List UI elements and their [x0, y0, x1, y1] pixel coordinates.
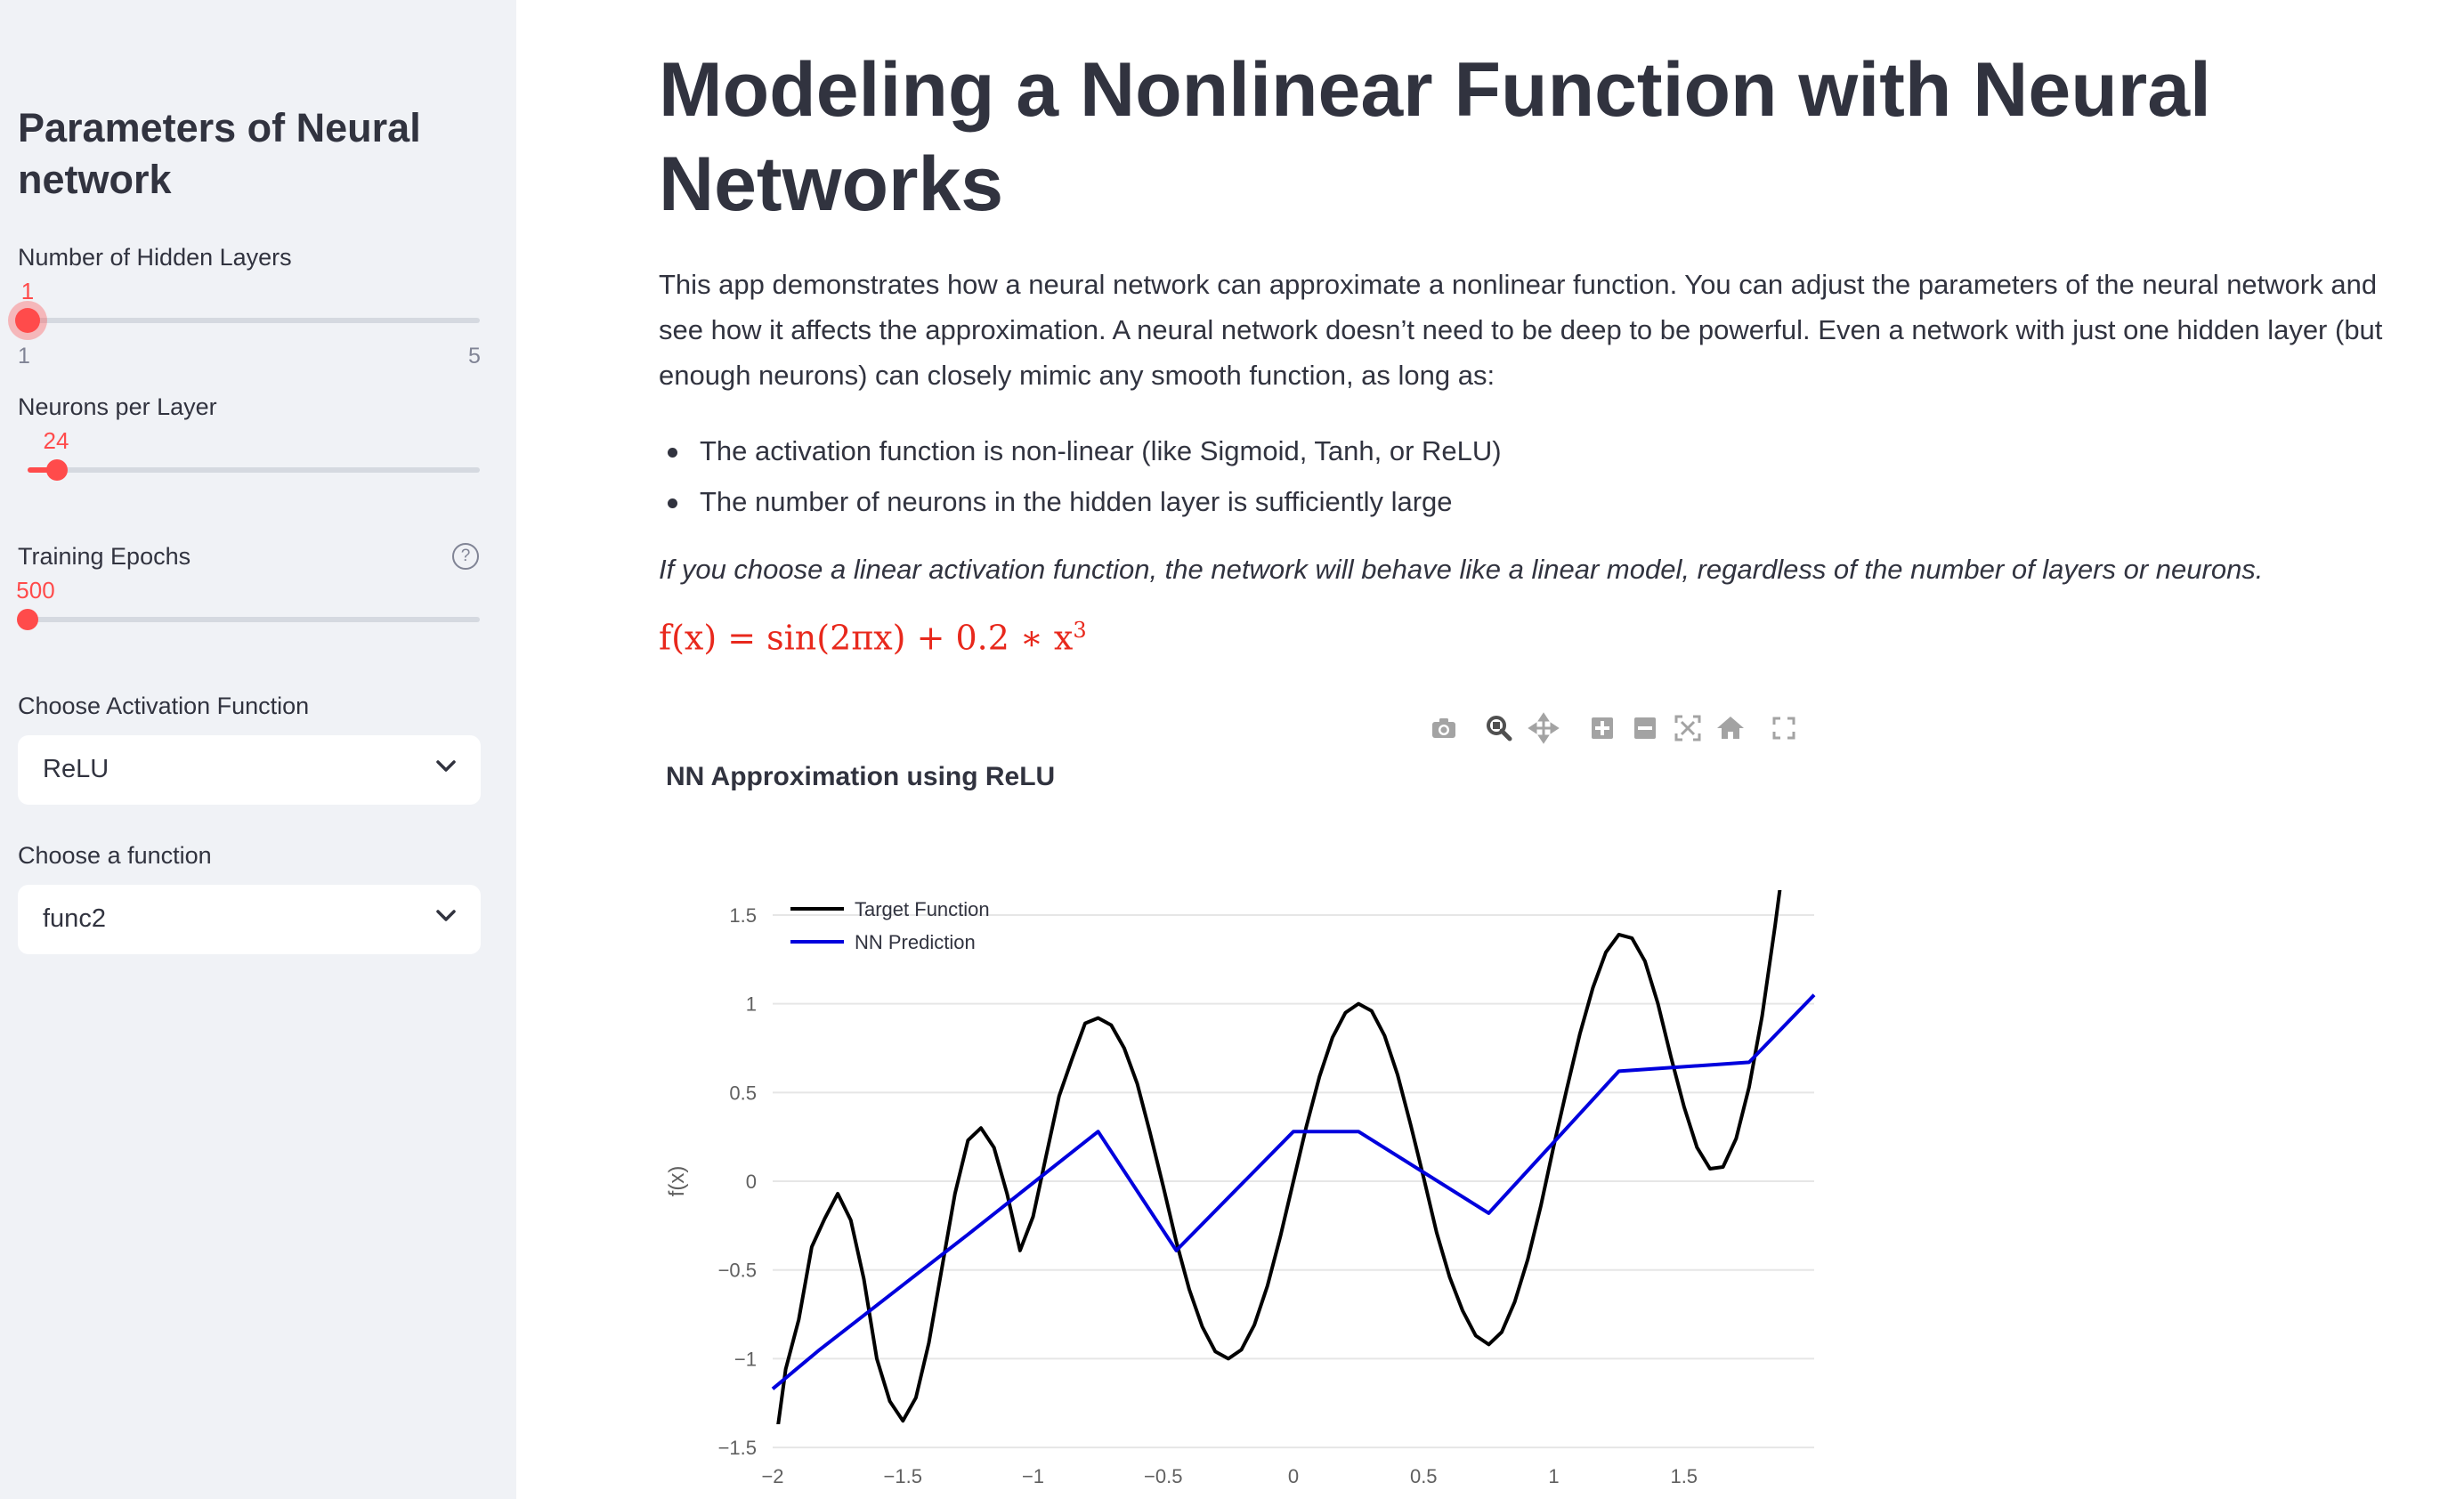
x-tick-label: −0.5	[1144, 1465, 1182, 1487]
x-tick-label: 0.5	[1410, 1465, 1438, 1487]
x-tick-label: −1.5	[884, 1465, 922, 1487]
series-line	[771, 993, 1816, 1390]
x-tick-label: 1	[1548, 1465, 1559, 1487]
y-tick-label: 0.5	[729, 1082, 757, 1104]
legend-label: NN Prediction	[855, 931, 976, 953]
legend-label: Target Function	[855, 898, 990, 920]
chart: −1.5−1−0.500.511.5−2 −1.5 −1 −0.5 0 0.5 1 1.5f(…	[665, 890, 1816, 1487]
y-axis-label: f(x)	[665, 1166, 689, 1197]
y-tick-label: 0	[746, 1171, 757, 1193]
y-tick-label: −0.5	[718, 1260, 757, 1282]
series-line	[776, 890, 1782, 1424]
y-tick-label: −1.5	[718, 1437, 757, 1459]
x-tick-label: 0	[1288, 1465, 1299, 1487]
y-tick-label: 1	[746, 993, 757, 1016]
x-tick-label: −1	[1022, 1465, 1044, 1487]
y-tick-label: 1.5	[729, 904, 757, 927]
x-tick-label: 1.5	[1670, 1465, 1698, 1487]
y-tick-label: −1	[734, 1348, 757, 1370]
x-tick-label: −2	[761, 1465, 783, 1487]
